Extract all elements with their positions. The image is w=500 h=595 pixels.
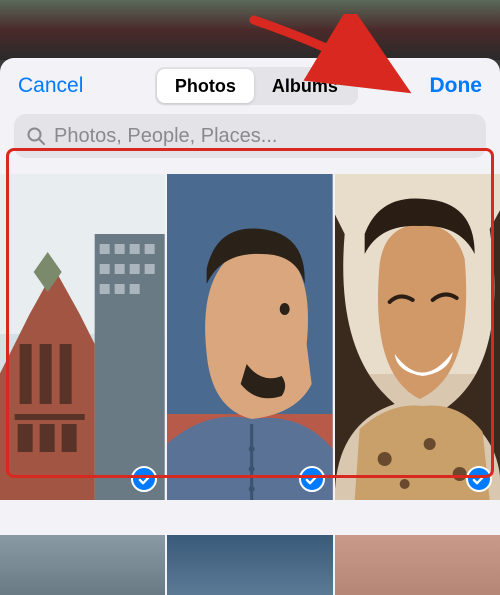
cancel-button[interactable]: Cancel bbox=[18, 74, 83, 98]
thumbnail-image bbox=[167, 174, 332, 500]
photo-thumbnail[interactable] bbox=[335, 174, 500, 500]
selection-checkmark-icon bbox=[466, 466, 492, 492]
tab-albums[interactable]: Albums bbox=[254, 69, 356, 103]
photo-grid-next-row bbox=[0, 535, 500, 595]
done-button[interactable]: Done bbox=[429, 74, 482, 98]
thumbnail-image bbox=[335, 174, 500, 500]
search-icon bbox=[26, 126, 46, 146]
selection-checkmark-icon bbox=[299, 466, 325, 492]
background-image bbox=[0, 0, 500, 60]
search-input[interactable] bbox=[54, 125, 474, 148]
navigation-bar: Cancel Photos Albums Done bbox=[0, 58, 500, 114]
photo-grid bbox=[0, 174, 500, 500]
thumbnail-image bbox=[0, 174, 165, 500]
photo-thumbnail[interactable] bbox=[0, 174, 165, 500]
photo-thumbnail[interactable] bbox=[167, 174, 332, 500]
tab-photos[interactable]: Photos bbox=[157, 69, 254, 103]
photo-picker-sheet: Cancel Photos Albums Done bbox=[0, 58, 500, 595]
segmented-control: Photos Albums bbox=[155, 67, 358, 105]
search-field[interactable] bbox=[14, 114, 486, 158]
